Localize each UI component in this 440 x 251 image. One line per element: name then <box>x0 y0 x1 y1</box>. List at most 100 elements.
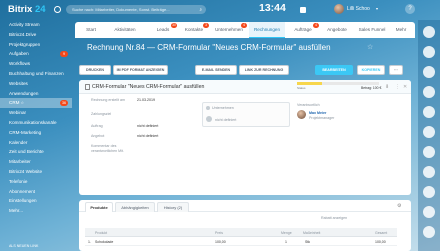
top-bar: Bitrix 24 Suche nach: Mitarbeiter, Dokum… <box>0 0 440 20</box>
contact-avatar[interactable] <box>423 86 435 98</box>
contact-avatar[interactable] <box>423 146 435 158</box>
sidebar-item[interactable]: Anwendungen <box>0 89 72 99</box>
user-avatar[interactable] <box>334 4 344 14</box>
minimize-icon[interactable]: ⬇ <box>385 84 389 90</box>
sidebar-item[interactable]: Buchhaltung und Finanzen <box>0 69 72 79</box>
chevron-down-icon[interactable]: ▾ <box>376 6 378 11</box>
tab-label: Aufträge <box>294 27 312 32</box>
contact-avatar[interactable] <box>423 106 435 118</box>
sidebar-item[interactable]: Workflows <box>0 59 72 69</box>
tab-7[interactable]: Angebote <box>321 22 353 38</box>
clock[interactable]: 13:44 <box>259 2 286 14</box>
tab-9[interactable]: Mehr <box>391 22 411 38</box>
status-label: Status <box>297 86 306 90</box>
company-icon <box>206 106 210 110</box>
sidebar-item[interactable]: Bitrix24 Website <box>0 167 72 177</box>
client-box[interactable]: Unternehmen nicht definiert <box>202 102 290 127</box>
field-value[interactable]: nicht definiert <box>137 124 158 128</box>
tab-label: Rechnungen <box>253 27 281 32</box>
more-button[interactable]: ··· <box>389 65 403 75</box>
star-icon[interactable]: ☆ <box>367 43 373 51</box>
menu-icon[interactable]: ⋮ <box>395 84 400 90</box>
sidebar-item[interactable]: CRM-Marketing <box>0 128 72 138</box>
responsible-label: Verantwortlich <box>297 103 320 107</box>
tab-4[interactable]: Unternehmen 4 <box>211 22 247 38</box>
left-menu-footer[interactable]: ALS NEUEN LINK <box>9 244 38 248</box>
settings-icon[interactable]: ⚙ <box>397 203 401 209</box>
counter-badge: 4 <box>313 23 319 28</box>
link-button[interactable]: LINK ZUR RECHNUNG <box>239 65 289 75</box>
contact-avatar[interactable] <box>423 26 435 38</box>
contact-avatar[interactable] <box>423 186 435 198</box>
close-icon[interactable]: ✕ <box>403 84 407 90</box>
contact-avatar[interactable] <box>423 226 435 238</box>
sidebar-item[interactable]: Mehr... <box>0 206 72 216</box>
tab-history[interactable]: History (2) <box>157 202 189 212</box>
contact-avatar[interactable] <box>423 46 435 58</box>
sidebar-item[interactable]: Bitrix24.Drive <box>0 30 72 40</box>
status-progress[interactable] <box>297 82 379 85</box>
sidebar-item-label: Bitrix24 Website <box>9 168 43 174</box>
sidebar-item[interactable]: Kommunikationskanäle <box>0 118 72 128</box>
sidebar-item-label: Activity Stream <box>9 22 40 27</box>
row-price: 100,00 <box>215 239 226 244</box>
tab-0[interactable]: Start <box>79 22 103 38</box>
field-value[interactable]: 21.03.2019 <box>137 98 155 102</box>
contact-avatar[interactable] <box>423 166 435 178</box>
timer-icon[interactable] <box>54 6 61 13</box>
crm-tabs: Start Aktivitäten Leads 30 Kontakte 3 Unterneh… <box>75 22 415 38</box>
tab-6[interactable]: Aufträge 4 <box>287 22 319 38</box>
responsible-avatar[interactable] <box>297 110 306 119</box>
help-icon[interactable]: ? <box>405 4 415 14</box>
sidebar-item[interactable]: Websites <box>0 79 72 89</box>
contact-avatar[interactable] <box>423 206 435 218</box>
sidebar-item[interactable]: Kalender <box>0 138 72 148</box>
sidebar-item-label: Projektgruppen <box>9 41 41 47</box>
sidebar-item[interactable]: Aufgaben 9 <box>0 49 72 59</box>
tab-dependencies[interactable]: Abhängigkeiten <box>115 202 155 212</box>
field-value[interactable]: nicht definiert <box>137 134 158 138</box>
table-row[interactable]: 1. Schokolade 100,00 1 Stk 100,00 <box>85 237 397 246</box>
contact-avatar[interactable] <box>423 66 435 78</box>
contact-avatar[interactable] <box>423 126 435 138</box>
email-button[interactable]: E-MAIL SENDEN <box>195 65 237 75</box>
bitrix24-logo[interactable]: Bitrix 24 <box>8 4 46 15</box>
search-icon[interactable]: ⌕ <box>199 7 202 12</box>
tab-1[interactable]: Aktivitäten <box>105 22 145 38</box>
row-num: 1. <box>88 239 91 244</box>
pdf-button[interactable]: IM PDF FORMAT ANZEIGEN <box>113 65 168 75</box>
counter-badge: 36 <box>60 100 68 107</box>
sidebar-item[interactable]: Einstellungen <box>0 196 72 206</box>
sidebar-item-label: Aufgaben <box>9 51 29 57</box>
products-tabs: Produkte Abhängigkeiten History (2) ⚙ <box>79 200 411 212</box>
counter-badge: 30 <box>171 23 177 28</box>
logo-text: Bitrix <box>8 4 33 15</box>
sidebar-item[interactable]: CRM☆ 36 <box>0 98 72 109</box>
user-name[interactable]: Lilli Schoo <box>347 6 370 12</box>
sidebar-item[interactable]: Mitarbeiter <box>0 157 72 167</box>
search-input[interactable]: Suche nach: Mitarbeiter, Dokumente, Sons… <box>66 5 206 14</box>
sidebar-item[interactable]: Projektgruppen <box>0 40 72 50</box>
add-link[interactable]: Rabatt anzeigen <box>321 216 347 220</box>
tab-8[interactable]: Sales Funnel <box>355 22 389 38</box>
sidebar-item[interactable]: Telefonie <box>0 177 72 187</box>
client-company-label: Unternehmen <box>212 106 234 110</box>
worktime-icon[interactable] <box>300 7 306 13</box>
print-button[interactable]: DRUCKEN <box>79 65 111 75</box>
tab-label: Leads <box>156 27 170 32</box>
edit-button[interactable]: BEARBEITEN <box>315 65 353 75</box>
responsible-name[interactable]: Max Meier <box>309 111 326 115</box>
copy-button[interactable]: KOPIEREN <box>357 65 385 75</box>
tab-2[interactable]: Leads 30 <box>149 22 177 38</box>
sidebar-item[interactable]: Abonnement <box>0 187 72 197</box>
sidebar-item[interactable]: Zeit und Berichte <box>0 147 72 157</box>
responsible-box[interactable]: Verantwortlich Max Meier Projektmanager <box>297 102 377 127</box>
star-icon[interactable]: ☆ <box>20 100 24 105</box>
sidebar-item[interactable]: Activity Stream <box>0 20 72 30</box>
tab-products[interactable]: Produkte <box>85 202 113 212</box>
tab-3[interactable]: Kontakte 3 <box>179 22 209 38</box>
col-price: Preis <box>215 230 223 235</box>
tab-5[interactable]: Rechnungen <box>249 22 285 38</box>
sidebar-item[interactable]: Webinar <box>0 108 72 118</box>
field-label: Zahlungsziel <box>91 112 112 116</box>
